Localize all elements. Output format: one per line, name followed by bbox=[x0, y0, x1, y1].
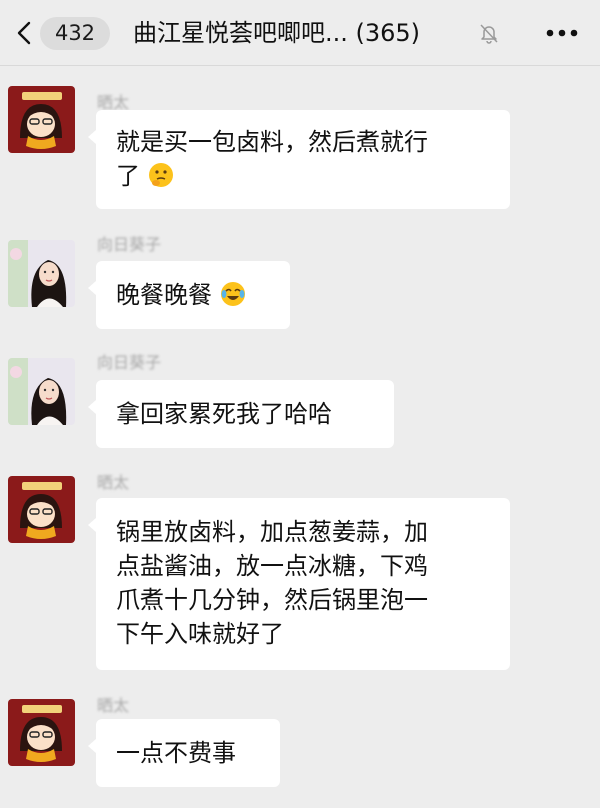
message-line: 锅里放卤料，加点葱姜蒜，加 bbox=[116, 518, 428, 546]
message-line: 就是买一包卤料，然后煮就行 bbox=[116, 128, 428, 156]
ellipsis-icon[interactable] bbox=[545, 27, 579, 39]
message-line: 一点不费事 bbox=[116, 739, 236, 767]
cartoon-girl-avatar[interactable] bbox=[8, 476, 75, 543]
message-line: 拿回家累死我了哈哈 bbox=[116, 400, 332, 428]
sender-name: 向日葵子 bbox=[97, 353, 162, 372]
tears-of-joy-emoji bbox=[220, 282, 245, 306]
sender-name: 晒太 bbox=[97, 473, 130, 492]
message-bubble[interactable]: 晚餐晚餐 bbox=[88, 261, 290, 329]
message-bubble[interactable]: 拿回家累死我了哈哈 bbox=[88, 380, 394, 448]
woman-photo-avatar[interactable] bbox=[8, 240, 75, 307]
message-bubble[interactable]: 就是买一包卤料，然后煮就行 了 bbox=[88, 110, 510, 209]
chat-header: 432 曲江星悦荟吧唧吧... (365) bbox=[0, 0, 600, 66]
unread-count-badge[interactable]: 432 bbox=[40, 17, 110, 50]
message-line: 晚餐晚餐 bbox=[116, 278, 270, 312]
cartoon-girl-avatar[interactable] bbox=[8, 86, 75, 153]
message-bubble[interactable]: 锅里放卤料，加点葱姜蒜，加 点盐酱油，放一点冰糖，下鸡 爪煮十几分钟，然后锅里泡… bbox=[88, 498, 510, 670]
sender-name: 向日葵子 bbox=[97, 235, 162, 254]
message-bubble[interactable]: 一点不费事 bbox=[88, 719, 280, 787]
message-line: 爪煮十几分钟，然后锅里泡一 bbox=[116, 586, 428, 614]
chat-title: 曲江星悦荟吧唧吧... (365) bbox=[133, 19, 421, 47]
chevron-left-icon[interactable] bbox=[10, 18, 40, 48]
bell-slash-icon bbox=[480, 24, 498, 44]
message-line: 点盐酱油，放一点冰糖，下鸡 bbox=[116, 552, 428, 580]
message-line: 下午入味就好了 bbox=[116, 620, 284, 648]
cartoon-girl-avatar[interactable] bbox=[8, 699, 75, 766]
thinking-face-emoji bbox=[148, 163, 173, 187]
sender-name: 晒太 bbox=[97, 696, 130, 715]
woman-photo-avatar[interactable] bbox=[8, 358, 75, 425]
message-line: 了 bbox=[116, 159, 490, 193]
